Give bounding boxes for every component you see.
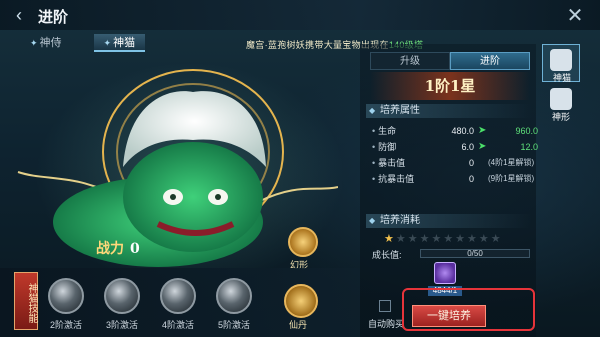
attr-row-crit: 暴击值 0 (4阶1星解锁) [372,156,540,170]
star-icon: ✦ [30,38,38,48]
attributes-title: 培养属性 [366,104,532,118]
close-icon[interactable]: ✕ [562,4,588,28]
elixir-label: 仙丹 [289,320,308,330]
page-title: 进阶 [38,9,69,26]
skill-label: 3阶激活 [105,320,138,330]
material-icon[interactable] [434,262,456,284]
notice-prefix: 魔宫·蓝孢树妖 [246,40,306,50]
attr-name: 防御 [372,140,396,154]
attr-current: 0 [468,158,474,168]
growth-bar: 0/50 [420,249,530,258]
skills-tag: 神猫技能 [14,272,38,330]
attr-next: 960.0 [515,126,538,136]
attr-unlock-note: (9阶1星解锁) [488,174,535,183]
skill-label: 2阶激活 [49,320,82,330]
side-tab-label: 神形 [551,112,570,122]
tab-label: 神猫 [113,37,136,49]
tab-upgrade[interactable]: 升级 [370,52,450,70]
skill-label: 4阶激活 [161,320,194,330]
combat-power: 战力 0 [96,238,140,258]
skill-slot-3[interactable] [104,278,140,314]
tab-advance[interactable]: 进阶 [450,52,530,70]
attr-next: 12.0 [520,142,538,152]
side-tab-label: 神猫 [552,73,571,83]
skill-slot-4[interactable] [160,278,196,314]
tab-attendant[interactable]: ✦ 神侍 [20,34,72,52]
star-rating: ★★★★★★★★★★ [384,232,503,245]
skill-slot-2[interactable] [48,278,84,314]
attr-name: 暴击值 [372,156,405,170]
attr-row-anticrit: 抗暴击值 0 (9阶1星解锁) [372,172,540,186]
top-bar: ‹ 进阶 ✕ [0,0,600,30]
attr-row-defense: 防御 6.0 ➤ 12.0 [372,140,540,154]
highlight-box [402,288,535,331]
back-arrow-icon[interactable]: ‹ [8,4,30,26]
combat-power-value: 0 [130,241,140,257]
attr-row-hp: 生命 480.0 ➤ 960.0 [372,124,540,138]
cat-icon [550,49,572,71]
cost-title: 培养消耗 [366,214,532,228]
attr-current: 0 [468,174,474,184]
side-tab-form[interactable]: 神形 [542,84,580,122]
auto-buy-checkbox[interactable] [379,300,391,312]
growth-value: 0/50 [467,249,483,258]
rank-title: 1阶1星 [370,72,530,100]
star-icon: ✦ [103,38,112,48]
attr-unlock-note: (4阶1星解锁) [488,158,535,167]
attr-current: 480.0 [451,126,474,136]
increase-arrow-icon: ➤ [478,141,487,152]
attr-name: 抗暴击值 [372,172,414,186]
star-icon-empty: ★★★★★★★★★ [395,233,503,245]
increase-arrow-icon: ➤ [478,125,487,136]
tab-label: 神侍 [39,37,62,49]
skill-slot-5[interactable] [216,278,252,314]
side-tab-cat[interactable]: 神猫 [542,44,580,83]
attr-current: 6.0 [461,142,474,152]
elixir-icon[interactable] [284,284,318,318]
panel-subtabs: 升级 进阶 [370,52,530,70]
morph-icon[interactable] [288,227,318,257]
attr-name: 生命 [372,124,396,138]
growth-label: 成长值: [372,250,402,260]
skill-label: 5阶激活 [217,320,250,330]
tab-bar: ✦ 神侍 ✦ 神猫 [20,34,146,52]
form-icon [550,88,572,110]
combat-power-label: 战力 [96,241,124,257]
tab-divine-cat[interactable]: ✦ 神猫 [93,34,146,52]
auto-buy-label: 自动购买 [368,319,405,329]
star-icon-filled: ★ [384,233,396,245]
